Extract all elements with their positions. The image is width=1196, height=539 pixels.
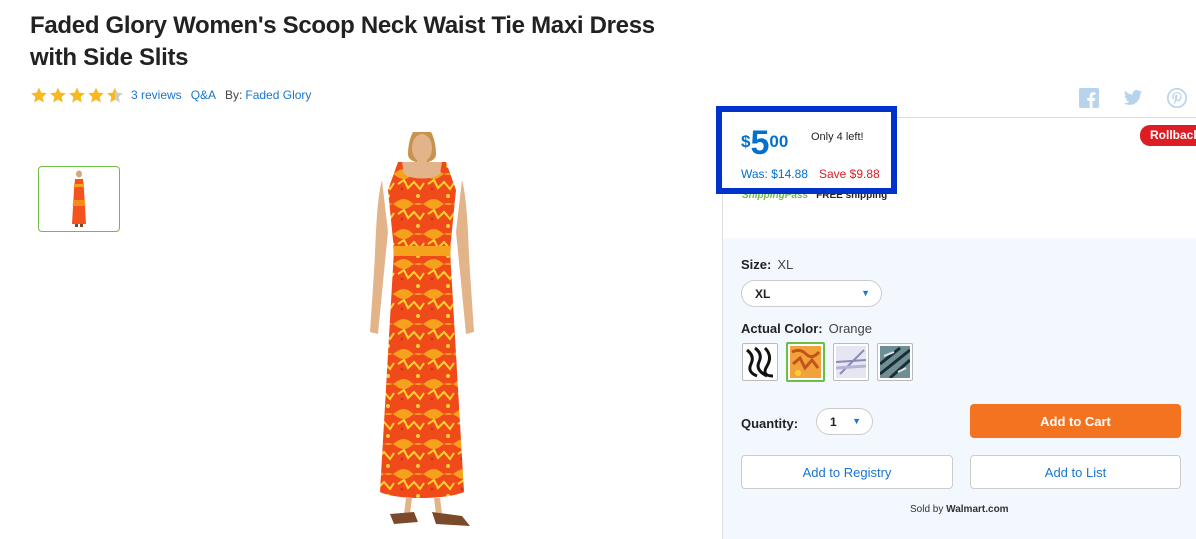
- add-to-cart-button[interactable]: Add to Cart: [970, 404, 1181, 438]
- quantity-value: 1: [830, 414, 837, 429]
- swatch-pattern: [879, 346, 912, 380]
- stock-status: Only 4 left!: [811, 131, 864, 143]
- color-swatch-black-white[interactable]: [742, 343, 778, 381]
- rating-row: 3 reviews Q&A By: Faded Glory: [30, 86, 320, 104]
- size-dropdown[interactable]: XL ▼: [741, 280, 882, 307]
- quantity-label: Quantity:: [741, 416, 799, 431]
- swatch-pattern: [790, 346, 821, 378]
- price-highlight-box: $ 5 00 Only 4 left! Was: $14.88 Save $9.…: [716, 106, 897, 194]
- size-value: XL: [777, 257, 794, 272]
- swatch-pattern: [745, 346, 775, 378]
- product-main-image: [370, 132, 474, 526]
- quantity-row: Quantity:: [741, 416, 798, 431]
- pinterest-icon[interactable]: [1167, 88, 1187, 108]
- star-icon: [50, 87, 66, 103]
- add-to-list-button[interactable]: Add to List: [970, 455, 1181, 489]
- star-icon: [31, 87, 47, 103]
- rollback-badge: Rollback: [1140, 125, 1196, 146]
- size-dropdown-value: XL: [755, 286, 771, 301]
- product-title: Faded Glory Women's Scoop Neck Waist Tie…: [30, 12, 655, 71]
- color-swatch-teal-print[interactable]: [877, 343, 913, 381]
- by-label: By:: [225, 88, 243, 102]
- star-rating[interactable]: [30, 86, 125, 104]
- dress-thumbnail-image: [72, 170, 86, 227]
- chevron-down-icon: ▼: [861, 288, 870, 298]
- was-price: Was: $14.88: [741, 167, 808, 181]
- reviews-link[interactable]: 3 reviews: [131, 88, 182, 102]
- twitter-icon[interactable]: [1123, 88, 1143, 108]
- facebook-icon[interactable]: [1079, 88, 1099, 108]
- swatch-pattern: [835, 346, 867, 378]
- half-star-icon: [107, 87, 123, 103]
- sold-by-label: Sold by: [910, 504, 944, 515]
- color-value: Orange: [828, 321, 872, 336]
- star-icon: [88, 87, 104, 103]
- chevron-down-icon: ▼: [852, 416, 861, 426]
- color-row: Actual Color: Orange: [741, 321, 872, 336]
- color-label: Actual Color:: [741, 321, 823, 336]
- product-thumbnail[interactable]: [38, 166, 120, 232]
- quantity-dropdown[interactable]: 1 ▼: [816, 408, 873, 435]
- price-cents: 00: [769, 132, 789, 151]
- color-swatch-lavender[interactable]: [833, 343, 869, 381]
- currency-symbol: $: [741, 132, 751, 151]
- save-amount: Save $9.88: [819, 167, 880, 181]
- qa-link[interactable]: Q&A: [191, 88, 216, 102]
- price-dollars: 5: [750, 124, 770, 162]
- seller-name: Walmart.com: [946, 504, 1009, 515]
- add-to-registry-button[interactable]: Add to Registry: [741, 455, 953, 489]
- size-label: Size:: [741, 257, 772, 272]
- color-swatch-orange[interactable]: [786, 342, 825, 382]
- size-row: Size: XL: [741, 257, 793, 272]
- current-price: $ 5 00: [741, 126, 788, 160]
- seller-info: Sold by Walmart.com: [910, 504, 1009, 515]
- star-icon: [69, 87, 85, 103]
- brand-link[interactable]: Faded Glory: [245, 88, 311, 102]
